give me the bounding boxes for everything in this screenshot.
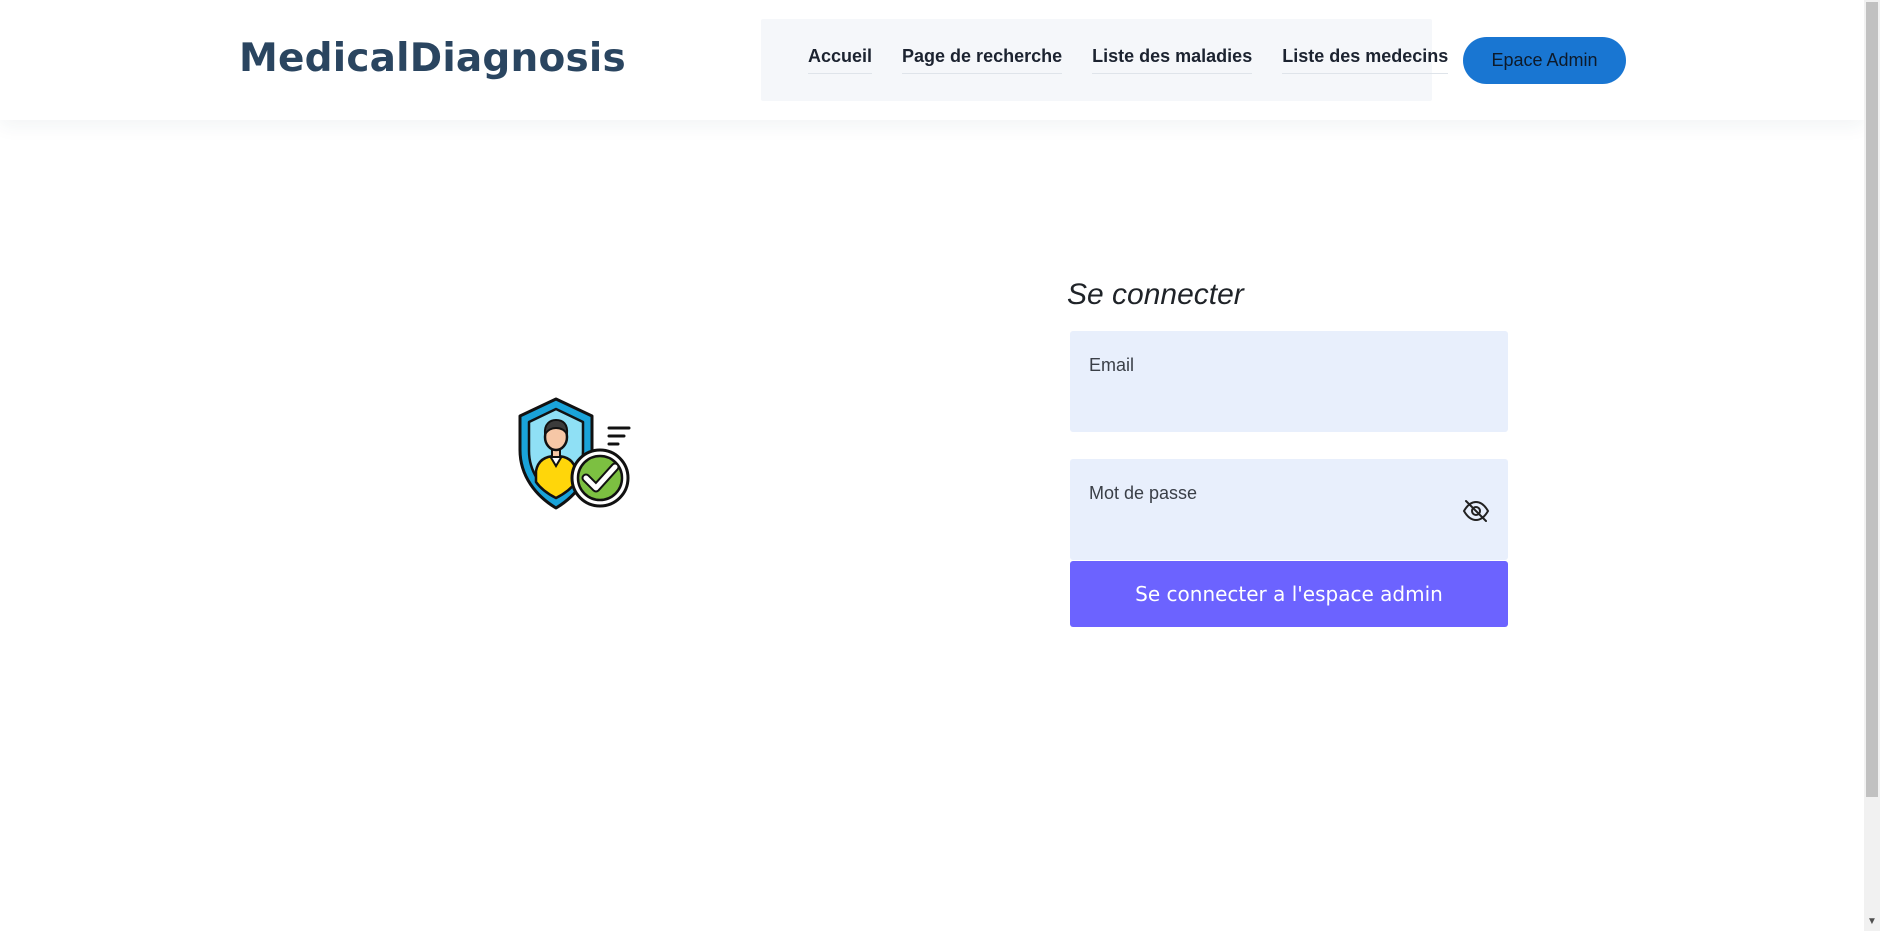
- password-field[interactable]: Mot de passe: [1070, 459, 1508, 560]
- verified-user-shield-icon: [516, 396, 636, 512]
- nav-item-liste-des-medecins[interactable]: Liste des medecins: [1282, 46, 1449, 74]
- scrollbar-thumb[interactable]: [1866, 2, 1878, 797]
- site-logo[interactable]: MedicalDiagnosis: [239, 34, 626, 84]
- site-header: MedicalDiagnosis Accueil Page de recherc…: [0, 0, 1864, 120]
- password-input[interactable]: [1089, 511, 1469, 545]
- nav-item-page-de-recherche[interactable]: Page de recherche: [902, 46, 1063, 74]
- main-nav: Accueil Page de recherche Liste des mala…: [761, 19, 1449, 101]
- password-label: Mot de passe: [1089, 483, 1198, 503]
- vertical-scrollbar[interactable]: ▼: [1864, 0, 1880, 931]
- nav-item-accueil[interactable]: Accueil: [808, 46, 873, 74]
- scroll-down-arrow-icon[interactable]: ▼: [1867, 917, 1877, 927]
- email-field[interactable]: Email: [1070, 331, 1508, 432]
- admin-space-button[interactable]: Epace Admin: [1463, 37, 1626, 84]
- email-input[interactable]: [1089, 383, 1469, 417]
- login-title: Se connecter: [1067, 278, 1244, 311]
- nav-item-liste-des-maladies[interactable]: Liste des maladies: [1092, 46, 1253, 74]
- eye-slash-icon[interactable]: [1462, 499, 1490, 523]
- admin-login-submit-button[interactable]: Se connecter a l'espace admin: [1070, 561, 1508, 627]
- email-label: Email: [1089, 355, 1135, 375]
- page: MedicalDiagnosis Accueil Page de recherc…: [0, 0, 1880, 931]
